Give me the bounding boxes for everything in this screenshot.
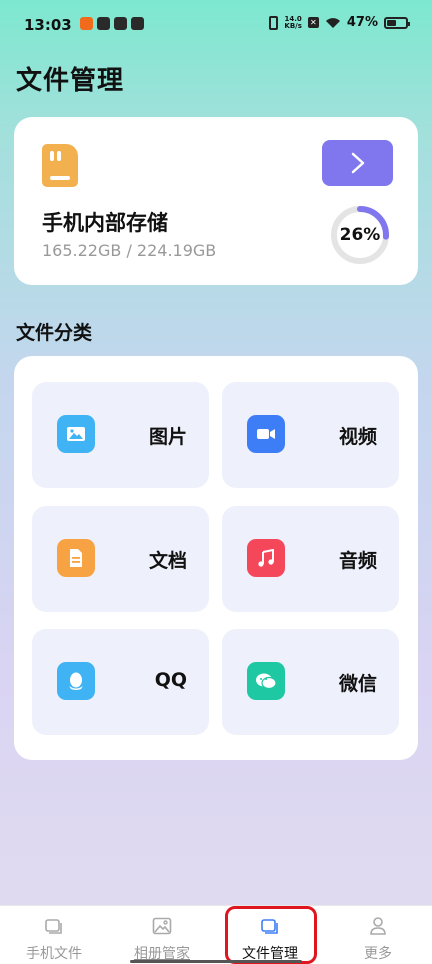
page-title: 文件管理 bbox=[16, 66, 125, 96]
image-icon bbox=[57, 415, 95, 453]
category-label: 音频 bbox=[338, 550, 377, 572]
net-speed-unit: KB/s bbox=[284, 21, 302, 30]
storage-size: 165.22GB / 224.19GB bbox=[42, 241, 217, 260]
chevron-right-icon bbox=[351, 152, 364, 174]
nav-label: 更多 bbox=[364, 946, 392, 962]
gallery-icon bbox=[152, 917, 172, 935]
status-bar: 13:03 14.0 KB/s ✕ 47% bbox=[0, 0, 432, 50]
status-right: 14.0 KB/s ✕ 47% bbox=[269, 15, 410, 30]
category-videos[interactable]: 视频 bbox=[222, 382, 399, 488]
category-documents[interactable]: 文档 bbox=[32, 506, 209, 612]
categories-card: 图片 视频 文档 音频 QQ 微信 bbox=[14, 356, 418, 760]
nav-phone-files[interactable]: 手机文件 bbox=[0, 906, 108, 964]
qq-icon bbox=[57, 662, 95, 700]
category-label: 微信 bbox=[338, 673, 377, 695]
notification-icons bbox=[80, 17, 144, 30]
category-label: 文档 bbox=[148, 550, 187, 572]
user-icon bbox=[370, 917, 386, 935]
active-tab-highlight bbox=[225, 906, 317, 964]
document-icon bbox=[57, 539, 95, 577]
app-notification-icon bbox=[114, 17, 127, 30]
internal-storage-card[interactable]: 手机内部存储 165.22GB / 224.19GB 26% bbox=[14, 117, 418, 285]
category-images[interactable]: 图片 bbox=[32, 382, 209, 488]
wifi-icon bbox=[325, 17, 340, 28]
wechat-icon bbox=[247, 662, 285, 700]
status-time: 13:03 bbox=[24, 16, 72, 34]
video-icon bbox=[247, 415, 285, 453]
battery-percent: 47% bbox=[346, 15, 378, 30]
app-notification-icon bbox=[131, 17, 144, 30]
music-icon bbox=[247, 539, 285, 577]
open-storage-button[interactable] bbox=[322, 140, 393, 186]
app-notification-icon bbox=[80, 17, 93, 30]
nav-gallery[interactable]: 相册管家 bbox=[108, 906, 216, 964]
phone-files-icon bbox=[45, 919, 62, 934]
usage-percent: 26% bbox=[339, 225, 381, 245]
nav-label: 手机文件 bbox=[26, 946, 82, 962]
category-label: QQ bbox=[154, 669, 187, 691]
category-label: 图片 bbox=[148, 426, 187, 448]
category-wechat[interactable]: 微信 bbox=[222, 629, 399, 735]
battery-icon bbox=[384, 16, 410, 29]
app-notification-icon bbox=[97, 17, 110, 30]
categories-title: 文件分类 bbox=[16, 322, 93, 344]
vibrate-icon bbox=[269, 15, 279, 30]
network-speed: 14.0 KB/s bbox=[284, 15, 302, 30]
sim-icon: ✕ bbox=[307, 17, 319, 28]
storage-name: 手机内部存储 bbox=[42, 211, 168, 235]
category-label: 视频 bbox=[338, 426, 377, 448]
nav-more[interactable]: 更多 bbox=[324, 906, 432, 964]
sd-card-icon bbox=[42, 144, 78, 187]
category-audio[interactable]: 音频 bbox=[222, 506, 399, 612]
home-indicator bbox=[130, 960, 302, 963]
bottom-navigation: 手机文件 相册管家 文件管理 更多 bbox=[0, 905, 432, 964]
category-qq[interactable]: QQ bbox=[32, 629, 209, 735]
